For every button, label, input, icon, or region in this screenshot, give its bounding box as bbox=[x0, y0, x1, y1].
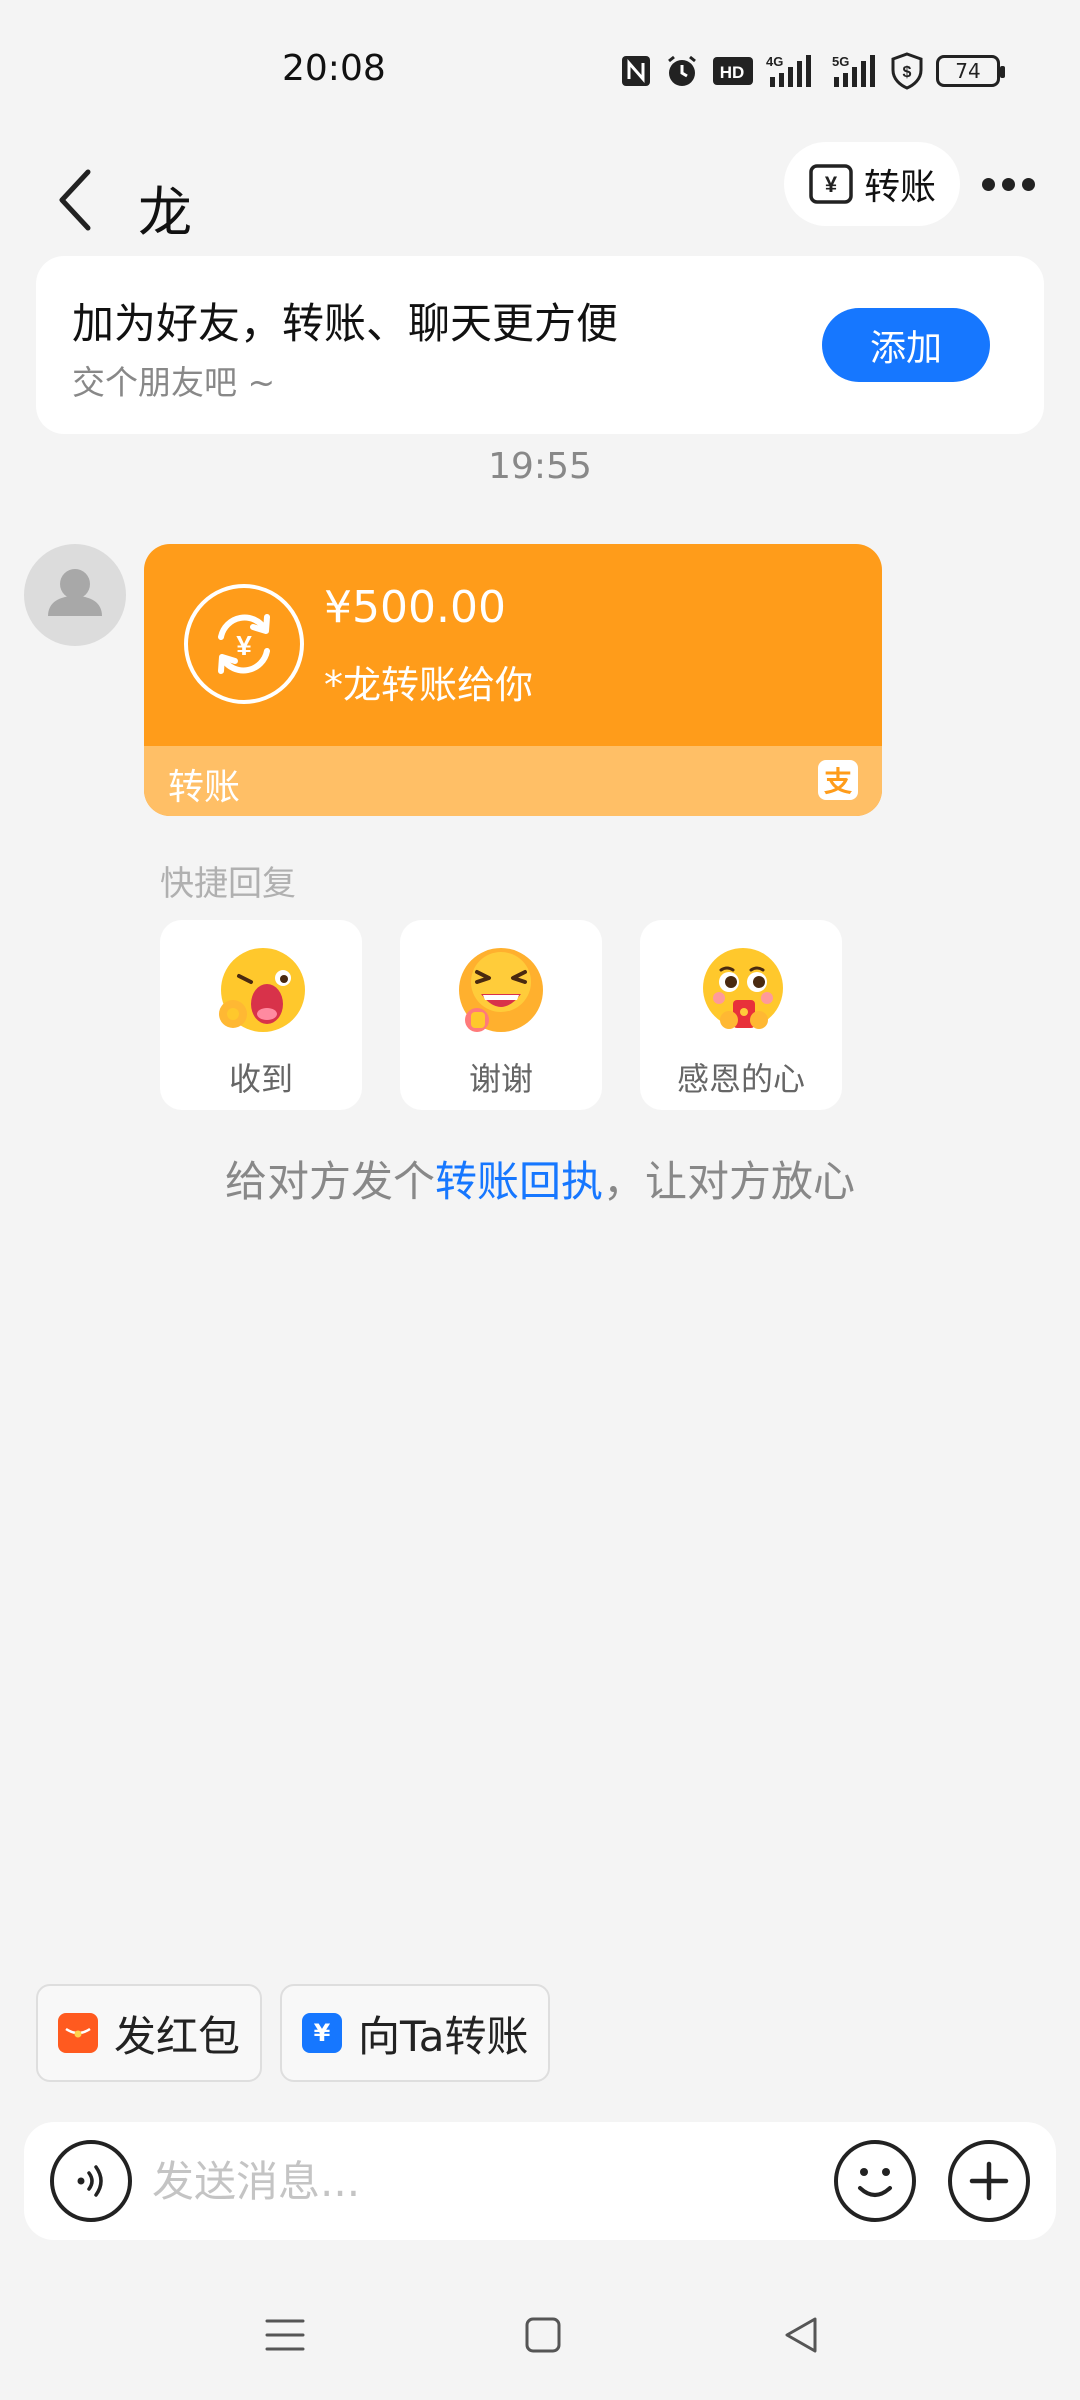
menu-nav-button[interactable] bbox=[260, 2310, 310, 2360]
hd-icon: HD bbox=[712, 51, 754, 91]
more-dot-icon bbox=[1001, 177, 1015, 191]
svg-text:¥: ¥ bbox=[825, 172, 838, 197]
signal-4g-icon: 4G bbox=[766, 51, 814, 91]
transfer-amount: ¥500.00 bbox=[324, 582, 506, 633]
transfer-exchange-icon: ¥ bbox=[184, 584, 304, 704]
status-bar: 20:08 HD 4G 5G $ 74 bbox=[0, 0, 1080, 140]
more-functions-button[interactable] bbox=[948, 2140, 1030, 2222]
add-friend-button[interactable]: 添加 bbox=[822, 308, 990, 382]
battery-icon: 74 bbox=[936, 55, 1005, 87]
receipt-tip: 给对方发个转账回执，让对方放心 bbox=[0, 1148, 1080, 1209]
quick-reply-thanks[interactable]: 谢谢 bbox=[400, 920, 602, 1110]
transfer-to-ta-button[interactable]: ¥ 向Ta转账 bbox=[280, 1984, 551, 2082]
send-red-packet-label: 发红包 bbox=[114, 2011, 241, 2061]
avatar[interactable] bbox=[24, 544, 126, 646]
nfc-icon bbox=[620, 51, 652, 91]
quick-reply-label: 感恩的心 bbox=[676, 1060, 805, 1098]
menu-icon bbox=[265, 2319, 305, 2351]
send-red-packet-button[interactable]: 发红包 bbox=[36, 1984, 263, 2082]
status-time: 20:08 bbox=[282, 48, 386, 89]
receipt-tip-suffix: ，让对方放心 bbox=[603, 1157, 856, 1206]
ok-hand-emoji-icon bbox=[219, 948, 305, 1032]
quick-reply-grateful[interactable]: 感恩的心 bbox=[640, 920, 842, 1110]
grateful-emoji-icon bbox=[703, 948, 783, 1029]
title-bar: 龙 ¥ 转账 bbox=[0, 140, 1080, 270]
alipay-logo-icon: 支 bbox=[818, 760, 858, 800]
add-friend-title: 加为好友，转账、聊天更方便 bbox=[72, 299, 619, 348]
transfer-card-footer: 转账 支 bbox=[144, 746, 882, 816]
home-nav-button[interactable] bbox=[518, 2310, 568, 2360]
svg-text:5G: 5G bbox=[832, 54, 849, 69]
shortcut-bar: 发红包 ¥ 向Ta转账 bbox=[36, 1984, 551, 2082]
more-dot-icon bbox=[1021, 177, 1035, 191]
back-nav-button[interactable] bbox=[776, 2310, 826, 2360]
transfer-icon: ¥ bbox=[809, 164, 853, 204]
voice-input-button[interactable] bbox=[50, 2140, 132, 2222]
svg-text:4G: 4G bbox=[766, 54, 783, 69]
alarm-icon bbox=[664, 51, 700, 91]
quick-reply-label: 收到 bbox=[228, 1060, 293, 1098]
shield-dollar-icon: $ bbox=[890, 51, 924, 91]
back-button[interactable] bbox=[46, 160, 106, 240]
svg-text:¥: ¥ bbox=[236, 630, 252, 661]
laughing-emoji-icon bbox=[459, 948, 543, 1032]
add-friend-card: 加为好友，转账、聊天更方便 交个朋友吧 ~ 添加 bbox=[36, 256, 1044, 434]
signal-5g-icon: 5G bbox=[826, 51, 878, 91]
quick-reply-label: 谢谢 bbox=[468, 1060, 533, 1098]
status-icons: HD 4G 5G $ 74 bbox=[620, 48, 1005, 94]
quick-reply-received[interactable]: 收到 bbox=[160, 920, 362, 1110]
transfer-card-icon: ¥ bbox=[302, 2013, 343, 2053]
plus-icon bbox=[969, 2161, 1009, 2201]
receipt-tip-prefix: 给对方发个 bbox=[224, 1157, 435, 1206]
red-packet-icon bbox=[58, 2013, 98, 2053]
message-input[interactable] bbox=[152, 2144, 812, 2218]
contact-name: 龙 bbox=[138, 181, 192, 244]
system-nav-bar bbox=[0, 2280, 1080, 2390]
more-dot-icon bbox=[981, 177, 995, 191]
add-friend-subtitle: 交个朋友吧 ~ bbox=[72, 363, 276, 402]
svg-text:HD: HD bbox=[720, 63, 745, 82]
transfer-chip-button[interactable]: ¥ 转账 bbox=[784, 142, 960, 226]
transfer-description: *龙转账给你 bbox=[324, 663, 534, 707]
transfer-message-card[interactable]: ¥ ¥500.00 *龙转账给你 转账 支 bbox=[144, 544, 882, 816]
voice-icon bbox=[77, 2165, 103, 2197]
svg-text:$: $ bbox=[903, 64, 912, 81]
chevron-left-icon bbox=[59, 169, 91, 231]
transfer-footer-label: 转账 bbox=[168, 767, 241, 808]
smiley-icon bbox=[858, 2168, 892, 2197]
back-triangle-icon bbox=[785, 2317, 817, 2353]
receipt-link[interactable]: 转账回执 bbox=[435, 1157, 603, 1206]
message-input-bar bbox=[24, 2122, 1056, 2240]
emoji-button[interactable] bbox=[834, 2140, 916, 2222]
message-timestamp: 19:55 bbox=[488, 446, 592, 487]
quick-reply-title: 快捷回复 bbox=[160, 864, 296, 904]
more-options-button[interactable] bbox=[978, 162, 1038, 206]
default-avatar-icon bbox=[48, 569, 102, 616]
transfer-to-ta-label: 向Ta转账 bbox=[358, 2011, 529, 2061]
quick-reply-list: 收到 谢谢 感恩的心 bbox=[160, 920, 842, 1110]
transfer-chip-label: 转账 bbox=[863, 167, 936, 208]
home-icon bbox=[525, 2317, 561, 2353]
